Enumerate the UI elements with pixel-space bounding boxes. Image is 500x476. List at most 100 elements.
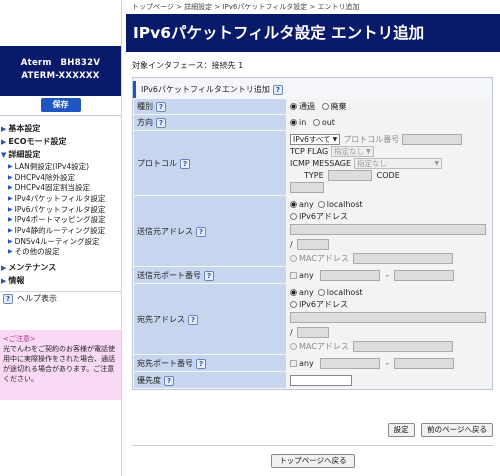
dst-mac-radio[interactable] bbox=[290, 342, 297, 350]
src-any-radio[interactable] bbox=[290, 200, 297, 208]
row-priority: 優先度? bbox=[134, 372, 491, 388]
help-icon[interactable]: ? bbox=[204, 270, 214, 281]
sidebar-group-advanced[interactable]: ▼ 詳細設定 bbox=[0, 148, 121, 161]
sidebar-item-label: DHCPv4除外設定 bbox=[14, 172, 76, 182]
set-button[interactable]: 設定 bbox=[387, 423, 415, 437]
row-protocol: プロトコル? IPv6すべて ▼ プロトコル番号 TCP FLAG 指定なし ▼ I… bbox=[134, 131, 491, 195]
priority-label: 優先度 bbox=[137, 375, 161, 385]
direction-value-cell: in out bbox=[287, 115, 491, 130]
back-button[interactable]: 前のページへ戻る bbox=[421, 423, 493, 437]
sidebar-item-other[interactable]: ▶ その他の設定 bbox=[0, 247, 121, 258]
sidebar-item-dhcp-exclude[interactable]: ▶ DHCPv4除外設定 bbox=[0, 172, 121, 183]
arrow-icon: ▼ bbox=[1, 150, 7, 159]
sidebar-item-dnsv4-route[interactable]: ▶ DNSv4ルーティング設定 bbox=[0, 236, 121, 247]
dst-mac-input[interactable] bbox=[352, 340, 453, 352]
sidebar-group-label: 詳細設定 bbox=[8, 150, 41, 159]
direction-out-radio[interactable] bbox=[312, 119, 320, 126]
sidebar-group-info[interactable]: ▶ 情報 bbox=[0, 274, 121, 287]
kind-pass-radio[interactable] bbox=[290, 103, 297, 110]
src-ipv6-input[interactable] bbox=[290, 223, 486, 235]
row-dst-port: 宛先ポート番号? any - bbox=[134, 355, 491, 371]
dst-ipv6-input[interactable] bbox=[290, 311, 486, 323]
help-icon[interactable]: ? bbox=[272, 84, 283, 95]
src-port-from-input[interactable] bbox=[320, 269, 381, 281]
sidebar-item-ipv4-filter[interactable]: ▶ IPv4パケットフィルタ設定 bbox=[0, 193, 121, 204]
row-kind: 種別? 通過 廃棄 bbox=[134, 99, 491, 114]
help-icon: ? bbox=[3, 293, 13, 304]
src-ipv6-label: IPv6アドレス bbox=[299, 211, 349, 221]
dst-port-to-input[interactable] bbox=[394, 357, 455, 369]
src-mac-input[interactable] bbox=[352, 252, 453, 264]
help-toggle[interactable]: ? ヘルプ表示 bbox=[0, 291, 121, 305]
help-icon[interactable]: ? bbox=[188, 314, 198, 325]
kind-drop-radio[interactable] bbox=[321, 103, 329, 110]
src-prefix-input[interactable] bbox=[296, 238, 329, 250]
src-ipv6-radio[interactable] bbox=[290, 212, 297, 220]
priority-label-cell: 優先度? bbox=[134, 372, 286, 388]
dst-any-line: any localhost bbox=[290, 286, 491, 298]
dst-ipv6-label: IPv6アドレス bbox=[299, 299, 349, 309]
help-icon[interactable]: ? bbox=[156, 118, 166, 128]
row-src-port: 送信元ポート番号? any - bbox=[134, 267, 491, 283]
dst-ipv6-input-line bbox=[290, 310, 491, 324]
notice-title: <ご注意> bbox=[3, 335, 36, 343]
src-prefix-line: / bbox=[290, 236, 491, 252]
save-button[interactable]: 保存 bbox=[40, 98, 81, 112]
protocol-number-input[interactable] bbox=[402, 133, 463, 145]
help-icon[interactable]: ? bbox=[164, 375, 174, 386]
code-input[interactable] bbox=[290, 181, 324, 193]
src-any-line: any localhost bbox=[290, 198, 491, 210]
tcp-flag-value: 指定なし bbox=[334, 146, 365, 156]
arrow-icon: ▶ bbox=[8, 248, 13, 256]
tcp-flag-select[interactable]: 指定なし ▼ bbox=[331, 145, 374, 157]
protocol-select[interactable]: IPv6すべて ▼ bbox=[290, 133, 341, 145]
dst-port-label-cell: 宛先ポート番号? bbox=[134, 355, 286, 371]
sidebar-item-ipv6-filter[interactable]: ▶ IPv6パケットフィルタ設定 bbox=[0, 204, 121, 215]
help-icon[interactable]: ? bbox=[156, 102, 166, 112]
src-localhost-radio[interactable] bbox=[317, 200, 325, 208]
sidebar-group-eco[interactable]: ▶ ECOモード設定 bbox=[0, 135, 121, 148]
src-port-label-cell: 送信元ポート番号? bbox=[134, 267, 286, 283]
type-input[interactable] bbox=[327, 169, 372, 181]
form-actions: 設定 前のページへ戻る bbox=[387, 423, 493, 437]
help-icon[interactable]: ? bbox=[180, 158, 190, 169]
dst-prefix-input[interactable] bbox=[296, 326, 329, 338]
arrow-icon: ▶ bbox=[8, 162, 13, 170]
help-icon[interactable]: ? bbox=[196, 226, 206, 237]
chevron-down-icon: ▼ bbox=[434, 159, 440, 167]
src-address-label: 送信元アドレス bbox=[137, 226, 193, 236]
direction-in-label: in bbox=[299, 118, 307, 127]
tcp-flag-line: TCP FLAG 指定なし ▼ bbox=[290, 145, 491, 157]
arrow-icon: ▶ bbox=[8, 226, 13, 234]
direction-label: 方向 bbox=[137, 118, 153, 127]
sidebar-group-basic[interactable]: ▶ 基本設定 bbox=[0, 122, 121, 135]
priority-input[interactable] bbox=[290, 374, 352, 386]
icmp-select[interactable]: 指定なし ▼ bbox=[354, 157, 443, 169]
kind-label: 種別 bbox=[137, 102, 153, 111]
sidebar-item-dhcp-fixed[interactable]: ▶ DHCPv4固定割当設定 bbox=[0, 182, 121, 193]
help-icon[interactable]: ? bbox=[196, 358, 206, 369]
priority-value-cell bbox=[287, 372, 491, 388]
sidebar-item-ipv4-static-route[interactable]: ▶ IPv4静的ルーティング設定 bbox=[0, 225, 121, 236]
direction-in-radio[interactable] bbox=[290, 119, 297, 126]
interface-line: 対象インタフェース：接続先 1 bbox=[132, 61, 244, 70]
dst-any-radio[interactable] bbox=[290, 288, 297, 296]
icmp-label: ICMP MESSAGE bbox=[290, 158, 352, 168]
src-mac-radio[interactable] bbox=[290, 254, 297, 262]
dst-localhost-radio[interactable] bbox=[317, 288, 325, 296]
dst-port-label: 宛先ポート番号 bbox=[137, 358, 193, 368]
src-port-any-checkbox[interactable] bbox=[290, 271, 297, 279]
src-port-to-input[interactable] bbox=[394, 269, 455, 281]
sidebar-item-ipv4-portmap[interactable]: ▶ IPv4ポートマッピング設定 bbox=[0, 214, 121, 225]
return-top-button[interactable]: トップページへ戻る bbox=[271, 454, 355, 468]
src-prefix-slash: / bbox=[290, 239, 293, 249]
sidebar-item-lan[interactable]: ▶ LAN側設定(IPv4設定) bbox=[0, 161, 121, 172]
dst-port-any-checkbox[interactable] bbox=[290, 359, 297, 367]
sidebar-group-label: 情報 bbox=[8, 276, 25, 286]
dst-ipv6-radio[interactable] bbox=[290, 300, 297, 308]
page-title: IPv6パケットフィルタ設定 エントリ追加 bbox=[126, 14, 500, 52]
dst-port-any-label: any bbox=[299, 358, 314, 368]
tcp-flag-label: TCP FLAG bbox=[290, 146, 329, 156]
sidebar-group-maintenance[interactable]: ▶ メンテナンス bbox=[0, 261, 121, 274]
dst-port-from-input[interactable] bbox=[320, 357, 381, 369]
